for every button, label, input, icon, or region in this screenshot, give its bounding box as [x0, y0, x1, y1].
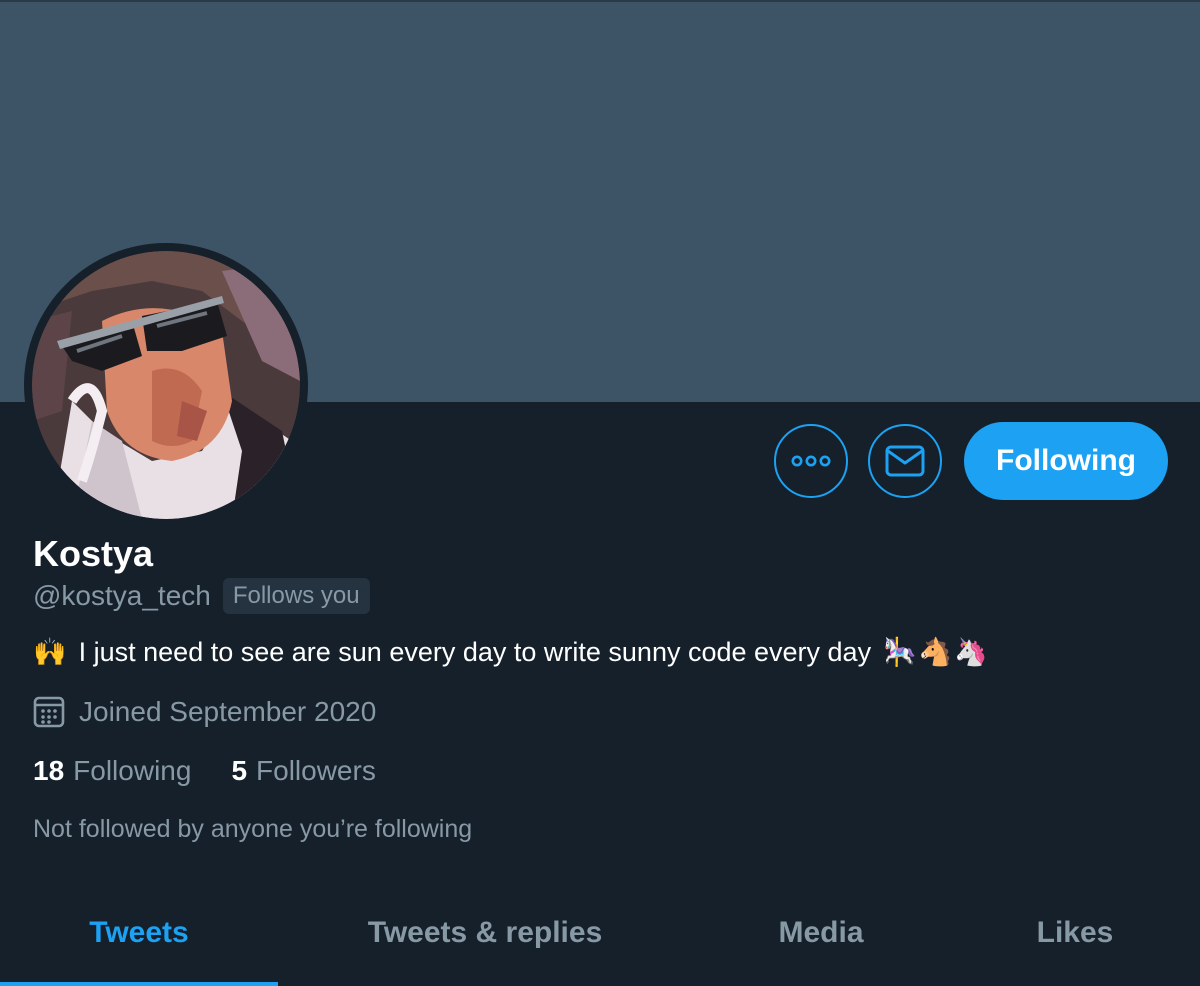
avatar-image — [32, 251, 300, 519]
follow-stats: 18 Following 5 Followers — [33, 755, 416, 787]
followers-count: 5 — [231, 755, 248, 786]
followers-stat-link[interactable]: 5 Followers — [231, 755, 375, 787]
profile-bio: 🙌 I just need to see are sun every day t… — [33, 636, 988, 669]
bio-text: I just need to see are sun every day to … — [78, 636, 872, 667]
carousel-horse-emoji: 🎠 — [883, 637, 917, 668]
profile-tabs: Tweets Tweets & replies Media Likes — [0, 880, 1200, 986]
following-label: Following — [73, 755, 192, 786]
message-button[interactable] — [868, 424, 943, 498]
profile-page: Following Kostya @kostya_tech Follows yo… — [0, 0, 1200, 986]
profile-handle: @kostya_tech — [33, 580, 211, 611]
horse-face-emoji: 🐴 — [918, 637, 953, 668]
more-options-button[interactable] — [774, 424, 849, 498]
more-dots-icon — [791, 455, 831, 467]
tab-tweets[interactable]: Tweets — [0, 880, 278, 986]
envelope-icon — [885, 445, 925, 477]
following-button[interactable]: Following — [964, 422, 1168, 500]
calendar-icon — [33, 696, 65, 728]
profile-actions: Following — [774, 422, 1168, 500]
joined-date-row: Joined September 2020 — [33, 696, 376, 728]
tab-likes[interactable]: Likes — [950, 880, 1200, 986]
mutual-followers-text: Not followed by anyone you’re following — [33, 815, 473, 843]
follows-you-badge: Follows you — [222, 578, 370, 614]
avatar[interactable] — [24, 243, 308, 527]
profile-name: Kostya — [33, 533, 154, 574]
joined-date: Joined September 2020 — [79, 696, 377, 727]
unicorn-emoji: 🦄 — [954, 637, 988, 668]
following-count: 18 — [33, 755, 65, 786]
raising-hands-emoji: 🙌 — [33, 637, 67, 668]
tab-media[interactable]: Media — [692, 880, 950, 986]
handle-row: @kostya_tech Follows you — [33, 578, 370, 614]
following-stat-link[interactable]: 18 Following — [33, 755, 191, 787]
followers-label: Followers — [256, 755, 376, 786]
tab-tweets-and-replies[interactable]: Tweets & replies — [278, 880, 692, 986]
